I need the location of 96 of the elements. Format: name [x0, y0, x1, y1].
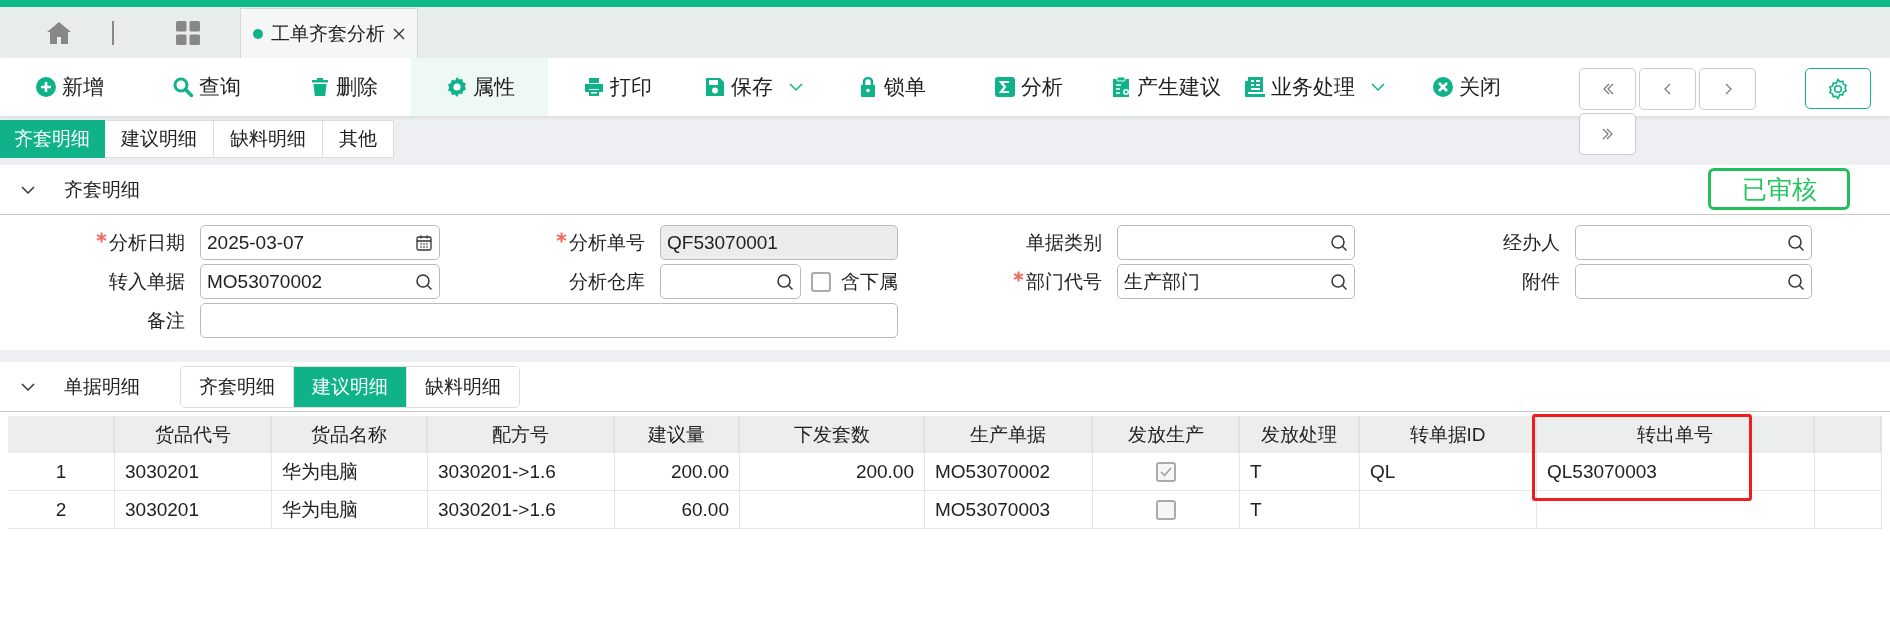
search-icon[interactable] [1330, 272, 1348, 291]
table-cell: 200.00 [615, 453, 740, 491]
lookup-field[interactable] [1575, 225, 1812, 260]
toolbar-button[interactable]: 关闭 [1397, 58, 1534, 116]
first-page-button[interactable] [1579, 68, 1636, 110]
last-page-button[interactable] [1579, 113, 1636, 155]
search-icon[interactable] [776, 272, 794, 291]
toolbar-button[interactable]: 业务处理 [1233, 58, 1397, 116]
field-label: 部门代号 [1013, 270, 1102, 292]
plus-icon [33, 75, 58, 99]
column-header[interactable]: 转出单号 [1537, 416, 1815, 453]
row-number-cell: 2 [8, 491, 115, 529]
calendar-icon[interactable] [415, 233, 433, 252]
window-tab[interactable]: 工单齐套分析 [240, 8, 418, 58]
table-cell: QL [1360, 453, 1537, 491]
field-label: 备注 [147, 309, 185, 331]
input-field[interactable]: QF53070001 [660, 225, 898, 260]
checkbox[interactable] [1156, 499, 1176, 520]
approved-stamp: 已审核 [1708, 168, 1850, 210]
lookup-field[interactable]: MO53070002 [200, 264, 440, 299]
search-icon[interactable] [415, 272, 433, 291]
column-header[interactable]: 发放生产 [1093, 416, 1240, 453]
section-title: 齐套明细 [64, 177, 140, 202]
field-label: 单据类别 [1026, 231, 1102, 253]
toolbar-button[interactable]: 查询 [137, 58, 274, 116]
settings-button[interactable] [1805, 68, 1871, 109]
column-header[interactable]: 货品代号 [115, 416, 272, 453]
table-cell: 200.00 [740, 453, 925, 491]
toolbar-button[interactable]: 属性 [411, 58, 548, 116]
checkbox[interactable] [811, 271, 831, 292]
close-icon[interactable] [393, 27, 405, 40]
field-label: 分析日期 [96, 231, 185, 253]
sigma-icon [992, 75, 1017, 99]
status-dot-icon [253, 28, 263, 39]
table-cell: 3030201 [115, 453, 272, 491]
table-cell: MO53070003 [925, 491, 1093, 529]
field-label: 附件 [1522, 270, 1560, 292]
toolbar-button[interactable]: 打印 [548, 58, 685, 116]
settings-icon [1826, 76, 1850, 101]
next-button[interactable] [1699, 68, 1756, 110]
required-mark-icon [96, 231, 107, 243]
lookup-field[interactable] [1575, 264, 1812, 299]
table-cell [1815, 491, 1882, 529]
column-header[interactable]: 发放处理 [1240, 416, 1360, 453]
page-tab[interactable]: 缺料明细 [214, 120, 323, 158]
table-cell: 3030201->1.6 [428, 453, 615, 491]
date-field[interactable]: 2025-03-07 [200, 225, 440, 260]
column-header[interactable]: 下发套数 [740, 416, 925, 453]
search-icon[interactable] [1787, 233, 1805, 252]
toolbar-button[interactable]: 分析 [959, 58, 1096, 116]
home-icon[interactable] [46, 21, 72, 45]
section-title: 单据明细 [64, 374, 140, 399]
lookup-field[interactable] [660, 264, 801, 299]
toolbar-button[interactable]: 锁单 [822, 58, 959, 116]
column-header[interactable]: 建议量 [615, 416, 740, 453]
field-label: 经办人 [1503, 231, 1560, 253]
close-icon [1430, 75, 1455, 99]
table-cell: 3030201->1.6 [428, 491, 615, 529]
checkbox-label: 含下属 [841, 269, 898, 294]
toolbar-button[interactable]: 删除 [274, 58, 411, 116]
segment-tab[interactable]: 齐套明细 [181, 366, 294, 407]
table-cell: T [1240, 453, 1360, 491]
table-cell: QL53070003 [1537, 453, 1815, 491]
window-tab-label: 工单齐套分析 [271, 21, 385, 46]
field-label: 转入单据 [109, 270, 185, 292]
toolbar-button[interactable]: 产生建议 [1096, 58, 1233, 116]
table-cell: 华为电脑 [272, 453, 428, 491]
input-field[interactable] [200, 303, 898, 338]
previous-button[interactable] [1639, 68, 1696, 110]
table-cell: 华为电脑 [272, 491, 428, 529]
field-label: 分析单号 [556, 231, 645, 253]
grid-icon[interactable] [176, 21, 200, 45]
table-cell: T [1240, 491, 1360, 529]
page-tab[interactable]: 其他 [323, 120, 394, 158]
search-icon[interactable] [1330, 233, 1348, 252]
checkbox[interactable] [1156, 461, 1176, 482]
lookup-field[interactable]: 生产部门 [1117, 264, 1355, 299]
table-cell: 60.00 [615, 491, 740, 529]
table-cell [1815, 453, 1882, 491]
column-header[interactable]: 生产单据 [925, 416, 1093, 453]
required-mark-icon [556, 231, 567, 243]
field-label: 分析仓库 [569, 270, 645, 292]
row-number-cell: 1 [8, 453, 115, 491]
lookup-field[interactable] [1117, 225, 1355, 260]
column-header[interactable]: 货品名称 [272, 416, 428, 453]
ledger-icon [1243, 75, 1267, 99]
column-header[interactable]: 转单据ID [1360, 416, 1537, 453]
search-icon[interactable] [1787, 272, 1805, 291]
toolbar-button[interactable]: 新增 [0, 58, 137, 116]
header-cell [1815, 416, 1882, 453]
column-header[interactable]: 配方号 [428, 416, 615, 453]
required-mark-icon [1013, 270, 1024, 282]
toolbar-button[interactable]: 保存 [685, 58, 822, 116]
table-cell: 3030201 [115, 491, 272, 529]
table-cell: MO53070002 [925, 453, 1093, 491]
page-tab[interactable]: 建议明细 [105, 120, 214, 158]
